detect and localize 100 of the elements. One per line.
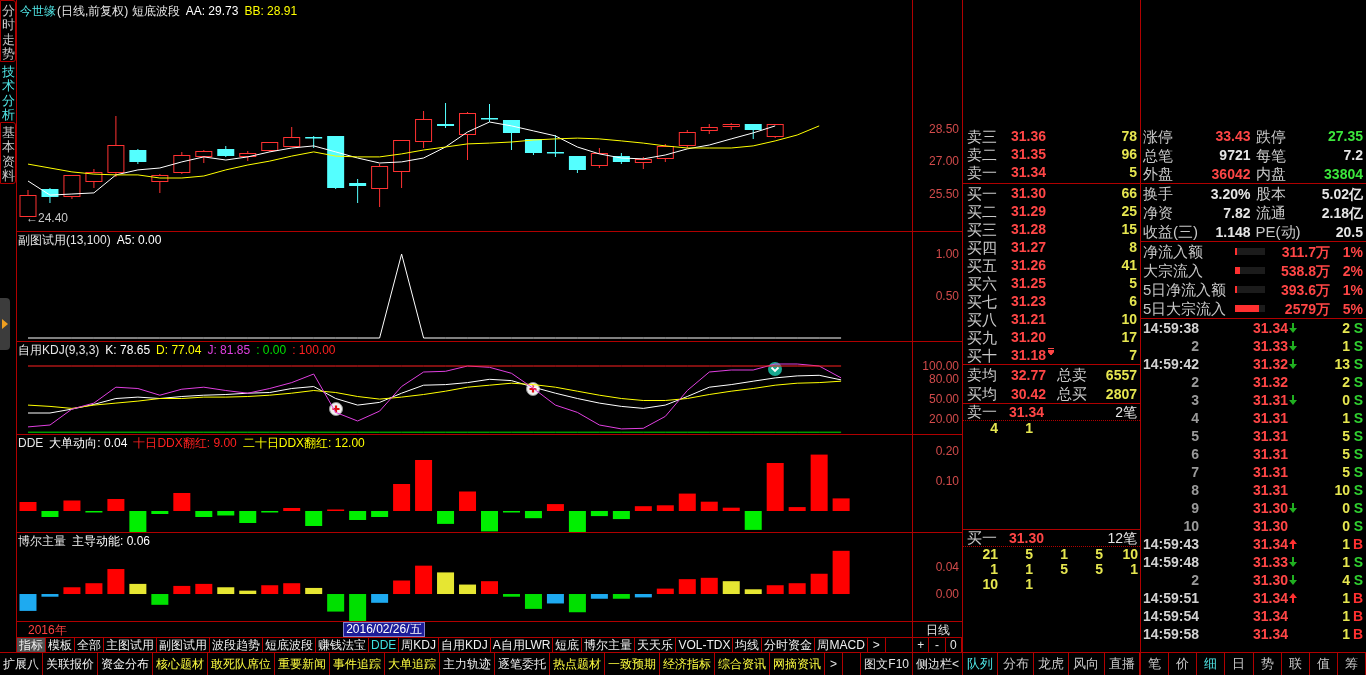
order-volume: 96 (1121, 146, 1137, 162)
trade-side: S (1352, 500, 1363, 516)
axis-label: 80.00 (928, 372, 959, 387)
order-volume: 6 (1129, 293, 1137, 309)
trade-side: S (1352, 518, 1363, 534)
tick-volume: 0 (1342, 392, 1350, 408)
tick-time: 14:59:42 (1143, 356, 1201, 372)
order-volume: 8 (1129, 239, 1137, 255)
axis-label: 0.20 (935, 444, 959, 458)
tick-sequence: 10 (1182, 518, 1200, 534)
queue-count: 2笔 (1115, 404, 1137, 420)
tick-sequence: 8 (1190, 482, 1200, 498)
tick-volume: 1 (1342, 554, 1350, 570)
stat-label: 流通 (1255, 204, 1286, 221)
tick-price: 31.34 (1253, 536, 1289, 552)
tick-sequence: 9 (1190, 500, 1200, 516)
order-volume: 7 (1129, 347, 1137, 363)
order-label: 买二 (967, 202, 998, 220)
order-volume: 5 (1129, 164, 1137, 180)
stat-value: 9721 (1219, 147, 1251, 163)
trade-side: S (1352, 410, 1363, 426)
axis-label: 27.00 (928, 154, 959, 169)
order-price: 31.20 (1011, 329, 1047, 345)
tick-price: 31.30 (1253, 572, 1289, 588)
tick-price: 31.30 (1253, 518, 1289, 534)
axis-label: 0.04 (935, 560, 959, 574)
stat-label: 每笔 (1255, 146, 1286, 164)
order-price: 31.35 (1011, 146, 1047, 162)
stat-label: 股本 (1255, 185, 1286, 202)
axis-label: 1.00 (935, 247, 959, 261)
indicator-title: 博尔主量 (18, 532, 66, 550)
order-label: 买八 (967, 310, 998, 328)
tick-price: 31.34 (1253, 626, 1289, 642)
queue-order: 5 (1059, 562, 1068, 577)
legend-value: AA: 29.73 (185, 3, 239, 20)
trade-side: S (1352, 374, 1363, 390)
stat-label: 收益(三) (1143, 223, 1198, 240)
stat-label: 内盘 (1255, 165, 1286, 183)
queue-label: 卖一 (967, 404, 998, 420)
tick-sequence: 2 (1190, 338, 1200, 354)
queue-order: 10 (1121, 547, 1138, 562)
stat-value: 33804 (1324, 165, 1363, 182)
stat-label: PE(动) (1255, 223, 1301, 240)
tick-volume: 0 (1342, 518, 1350, 534)
queue-count: 12笔 (1107, 530, 1137, 546)
stat-value: 3.20% (1210, 185, 1251, 202)
tick-time: 14:59:54 (1143, 608, 1201, 624)
trade-side: S (1352, 428, 1363, 444)
tick-sequence: 3 (1190, 392, 1200, 408)
stat-label: 涨停 (1143, 127, 1173, 145)
tick-volume: 1 (1342, 536, 1350, 552)
order-label: 卖三 (967, 127, 998, 145)
tick-volume: 0 (1342, 500, 1350, 516)
order-volume: 41 (1121, 257, 1137, 273)
tick-sequence: 2 (1190, 572, 1200, 588)
indicator-title: DDE (18, 434, 44, 452)
average-price: 32.77 (1011, 366, 1048, 383)
order-price: 31.30 (1011, 185, 1047, 201)
tick-price: 31.33 (1253, 338, 1289, 354)
trade-side: S (1352, 572, 1363, 588)
tick-volume: 1 (1342, 590, 1350, 606)
queue-price: 31.34 (1009, 404, 1045, 420)
trade-side: S (1352, 320, 1363, 336)
stat-label: 净资 (1143, 204, 1173, 221)
legend-value: : 100.00 (292, 341, 336, 359)
flow-amount: 393.6万 (1280, 281, 1330, 298)
indicator-title: 自用KDJ(9,3,3) (18, 341, 100, 359)
order-label: 买三 (967, 220, 998, 238)
order-label: 卖一 (967, 163, 998, 181)
tick-price: 31.34 (1253, 608, 1289, 624)
legend-value: 大单动向: 0.04 (49, 434, 128, 452)
stock-name: 今世缘 (20, 3, 56, 20)
total-volume: 2807 (1105, 385, 1137, 402)
order-label: 买四 (967, 238, 998, 256)
order-label: 买十 (967, 346, 998, 364)
flow-label: 5日大宗流入 (1143, 300, 1228, 317)
flow-amount: 538.8万 (1280, 262, 1330, 279)
average-price: 30.42 (1011, 385, 1048, 402)
legend-value: D: 77.04 (156, 341, 202, 359)
order-label: 买五 (967, 256, 998, 274)
flow-amount: 311.7万 (1281, 243, 1330, 260)
cursor-date-label: 2016/02/26/五 (343, 622, 425, 637)
stat-value: 7.2 (1343, 147, 1363, 163)
legend-value: 二十日DDX翻红: 12.00 (242, 434, 365, 452)
queue-order: 5 (1024, 547, 1033, 562)
order-label: 买九 (967, 328, 998, 346)
tick-volume: 5 (1342, 428, 1350, 444)
trade-side: B (1351, 590, 1363, 606)
trade-side: S (1352, 464, 1363, 480)
stat-label: 换手 (1143, 185, 1173, 202)
stat-value: 27.35 (1327, 128, 1363, 145)
tick-volume: 5 (1342, 464, 1350, 480)
trade-side: S (1352, 554, 1363, 570)
stat-value: 7.82 (1223, 204, 1251, 221)
order-label: 买一 (967, 184, 998, 202)
flow-label: 净流入额 (1143, 243, 1204, 260)
legend-value: 十日DDX翻红: 9.00 (133, 434, 237, 452)
axis-label: 28.50 (928, 121, 959, 136)
stat-label: 外盘 (1143, 165, 1173, 183)
tick-price: 31.32 (1253, 356, 1289, 372)
